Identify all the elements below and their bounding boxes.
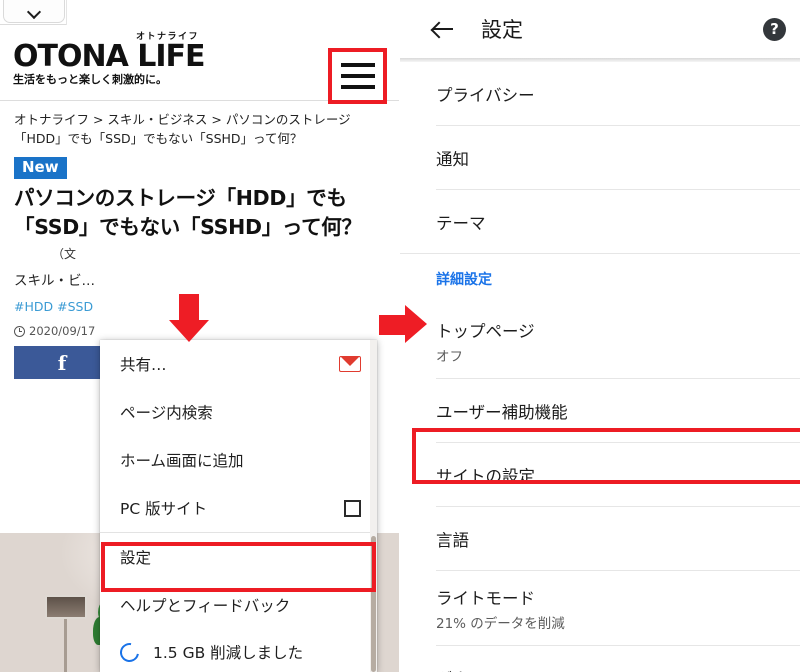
lamp-shade-shape <box>45 595 87 619</box>
menu-item-share[interactable]: 共有… <box>100 340 377 388</box>
menu-item-label: 共有… <box>120 356 167 374</box>
arrow-shaft <box>379 315 407 335</box>
arrow-shaft <box>179 294 199 322</box>
settings-row-downloads[interactable]: ダウンロード <box>400 646 800 672</box>
settings-row-title: サイトの設定 <box>436 466 535 486</box>
tab-switcher-chip[interactable] <box>3 0 65 23</box>
menu-item-settings[interactable]: 設定 <box>100 533 377 581</box>
clock-icon <box>14 325 25 337</box>
menu-item-label: 設定 <box>120 549 152 567</box>
settings-appbar: 設定 ? <box>400 0 800 58</box>
arrow-head <box>169 320 209 342</box>
menu-item-help-and-feedback[interactable]: ヘルプとフィードバック <box>100 581 377 629</box>
browser-tab-strip <box>0 0 399 25</box>
menu-item-add-to-home-screen[interactable]: ホーム画面に追加 <box>100 436 377 484</box>
settings-section-advanced: 詳細設定 <box>400 254 800 304</box>
settings-row-lite-mode[interactable]: ライトモード 21% のデータを削減 <box>400 571 800 645</box>
menu-item-label: ヘルプとフィードバック <box>120 597 291 615</box>
breadcrumb[interactable]: オトナライフ > スキル・ビジネス > パソコンのストレージ「HDD」でも「SS… <box>0 101 399 148</box>
new-badge-wrap: New <box>0 148 399 179</box>
settings-row-notifications[interactable]: 通知 <box>400 126 800 189</box>
arrow-head <box>405 305 427 343</box>
article-date-text: 2020/09/17 <box>29 324 96 338</box>
settings-row-title: ダウンロード <box>436 666 778 672</box>
settings-row-accessibility[interactable]: ユーザー補助機能 <box>400 379 800 442</box>
settings-row-title: ライトモード <box>436 588 535 608</box>
left-browser-panel: オトナライフ OTONA LIFE 生活をもっと楽しく刺激的に。 オトナライフ … <box>0 0 400 672</box>
settings-row-title: 通知 <box>436 149 469 169</box>
hamburger-menu-icon[interactable] <box>328 48 387 104</box>
checkbox-icon[interactable] <box>344 499 361 517</box>
data-saver-icon <box>116 638 143 666</box>
site-logo[interactable]: オトナライフ OTONA LIFE 生活をもっと楽しく刺激的に。 <box>13 32 206 87</box>
settings-row-title: トップページ <box>436 321 535 341</box>
right-settings-panel: 設定 ? プライバシー 通知 テーマ 詳細設定 トップページ オフ ユーザー補助… <box>400 0 800 672</box>
logo-tagline: 生活をもっと楽しく刺激的に。 <box>13 73 167 86</box>
chevron-down-icon <box>28 6 41 19</box>
hamburger-bar <box>340 74 375 78</box>
settings-row-title: ユーザー補助機能 <box>436 402 568 422</box>
share-facebook-button[interactable]: f <box>14 346 110 379</box>
settings-row-privacy[interactable]: プライバシー <box>400 62 800 125</box>
settings-row-title: テーマ <box>436 213 486 233</box>
menu-scrollbar[interactable] <box>370 340 377 672</box>
settings-row-languages[interactable]: 言語 <box>400 507 800 570</box>
settings-row-site-settings[interactable]: サイトの設定 <box>400 443 800 506</box>
settings-row-homepage[interactable]: トップページ オフ <box>400 304 800 378</box>
menu-item-label: PC 版サイト <box>120 500 208 518</box>
lamp-pole-shape <box>64 619 67 672</box>
status-badge: New <box>14 157 67 179</box>
back-arrow-icon[interactable] <box>432 18 454 40</box>
logo-wordmark: OTONA LIFE <box>13 39 206 74</box>
scrollbar-thumb[interactable] <box>371 536 376 672</box>
settings-row-theme[interactable]: テーマ <box>400 190 800 253</box>
menu-item-data-saver[interactable]: 1.5 GB 削減しました <box>100 629 377 672</box>
menu-item-find-in-page[interactable]: ページ内検索 <box>100 388 377 436</box>
menu-item-desktop-site[interactable]: PC 版サイト <box>100 484 377 532</box>
hamburger-bar <box>340 63 375 67</box>
menu-item-label: ホーム画面に追加 <box>120 452 244 470</box>
screenshot-root: オトナライフ OTONA LIFE 生活をもっと楽しく刺激的に。 オトナライフ … <box>0 0 800 672</box>
site-header: オトナライフ OTONA LIFE 生活をもっと楽しく刺激的に。 <box>0 25 399 104</box>
settings-section-title: 詳細設定 <box>436 272 492 288</box>
menu-item-label: ページ内検索 <box>120 404 213 422</box>
settings-row-title: プライバシー <box>436 85 535 105</box>
hamburger-bar <box>340 85 375 89</box>
help-circle-icon[interactable]: ? <box>763 17 786 41</box>
article-byline: （文 <box>52 247 77 261</box>
data-saver-label: 1.5 GB 削減しました <box>153 644 304 662</box>
article-tags[interactable]: #HDD #SSD <box>14 299 385 314</box>
active-tab[interactable] <box>66 0 399 25</box>
chrome-overflow-menu: 共有… ページ内検索 ホーム画面に追加 PC 版サイト 設定 ヘルプとフィードバ… <box>100 340 377 672</box>
settings-row-subtitle: 21% のデータを削減 <box>436 615 565 632</box>
settings-row-title: 言語 <box>436 530 469 550</box>
article-category[interactable]: スキル・ビ… <box>14 269 385 289</box>
gmail-icon[interactable] <box>339 356 361 372</box>
page-title: パソコンのストレージ「HDD」でも「SSD」でもない「SSHD」って何？ <box>14 186 362 239</box>
settings-row-subtitle: オフ <box>436 348 463 365</box>
page-title: 設定 <box>481 18 523 42</box>
